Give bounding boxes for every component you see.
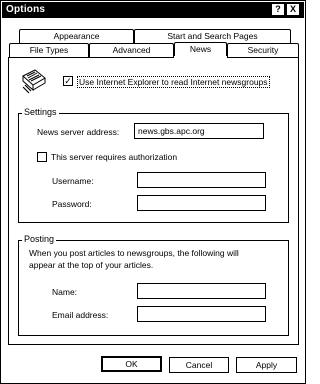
apply-button[interactable]: Apply: [236, 357, 297, 373]
tab-advanced-label: Advanced: [112, 45, 151, 55]
posting-legend: Posting: [22, 234, 57, 244]
title-bar: Options ? X: [2, 2, 304, 18]
tab-advanced[interactable]: Advanced: [89, 43, 174, 58]
newspaper-icon: [22, 69, 46, 94]
active-tab-joint: [174, 56, 227, 59]
ok-button[interactable]: OK: [101, 356, 162, 372]
email-input[interactable]: [137, 306, 266, 322]
options-dialog: Options ? X Appearance Start and Search …: [0, 0, 306, 384]
use-ie-newsreader-checkbox[interactable]: ✓: [63, 76, 73, 86]
tab-file-types-label: File Types: [29, 45, 69, 55]
email-label: Email address:: [52, 310, 109, 320]
posting-description-line1: When you post articles to newsgroups, th…: [29, 248, 239, 258]
requires-authorization-checkbox[interactable]: [37, 152, 47, 162]
window-title: Options: [6, 4, 46, 15]
tab-file-types[interactable]: File Types: [9, 43, 89, 58]
posting-description-line2: appear at the top of your articles.: [29, 260, 154, 270]
news-server-label: News server address:: [37, 127, 120, 137]
news-server-input[interactable]: news.gbs.apc.org: [134, 123, 264, 139]
tab-appearance-label: Appearance: [53, 31, 100, 41]
tab-start-and-search-pages-label: Start and Search Pages: [167, 31, 258, 41]
username-input[interactable]: [137, 172, 266, 188]
name-input[interactable]: [137, 283, 266, 299]
username-label: Username:: [52, 176, 94, 186]
help-button[interactable]: ?: [272, 4, 284, 15]
password-input[interactable]: [137, 195, 266, 211]
close-button[interactable]: X: [287, 4, 299, 15]
tab-security-label: Security: [247, 45, 279, 55]
tab-news-label: News: [189, 44, 212, 54]
news-tab-panel: ✓ Use Internet Explorer to read Internet…: [8, 57, 299, 345]
requires-authorization-label: This server requires authorization: [51, 152, 178, 162]
settings-legend: Settings: [22, 107, 59, 117]
tab-security[interactable]: Security: [227, 43, 299, 58]
password-label: Password:: [52, 199, 92, 209]
cancel-button[interactable]: Cancel: [169, 357, 229, 373]
name-label: Name:: [52, 287, 78, 297]
tab-appearance[interactable]: Appearance: [19, 29, 134, 44]
use-ie-newsreader-label[interactable]: Use Internet Explorer to read Internet n…: [77, 76, 270, 88]
